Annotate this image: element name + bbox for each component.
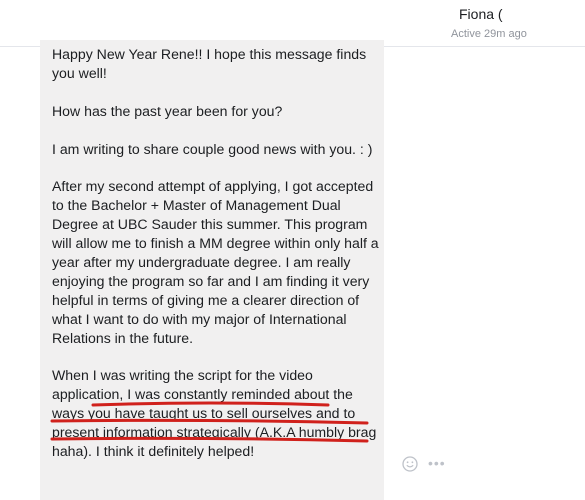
active-status: Active 29m ago	[451, 28, 527, 40]
contact-name[interactable]: Fiona (	[459, 6, 503, 22]
message-paragraph: When I was writing the script for the vi…	[52, 367, 377, 459]
more-options-icon[interactable]: •••	[428, 456, 446, 470]
message-paragraph: I am writing to share couple good news w…	[52, 140, 373, 157]
message-paragraph: After my second attempt of applying, I g…	[52, 178, 379, 346]
smiley-icon[interactable]	[402, 456, 418, 472]
message-paragraph: Happy New Year Rene!! I hope this messag…	[52, 46, 367, 81]
message-text: Happy New Year Rene!! I hope this messag…	[52, 45, 380, 480]
message-paragraph: How has the past year been for you?	[52, 102, 283, 119]
